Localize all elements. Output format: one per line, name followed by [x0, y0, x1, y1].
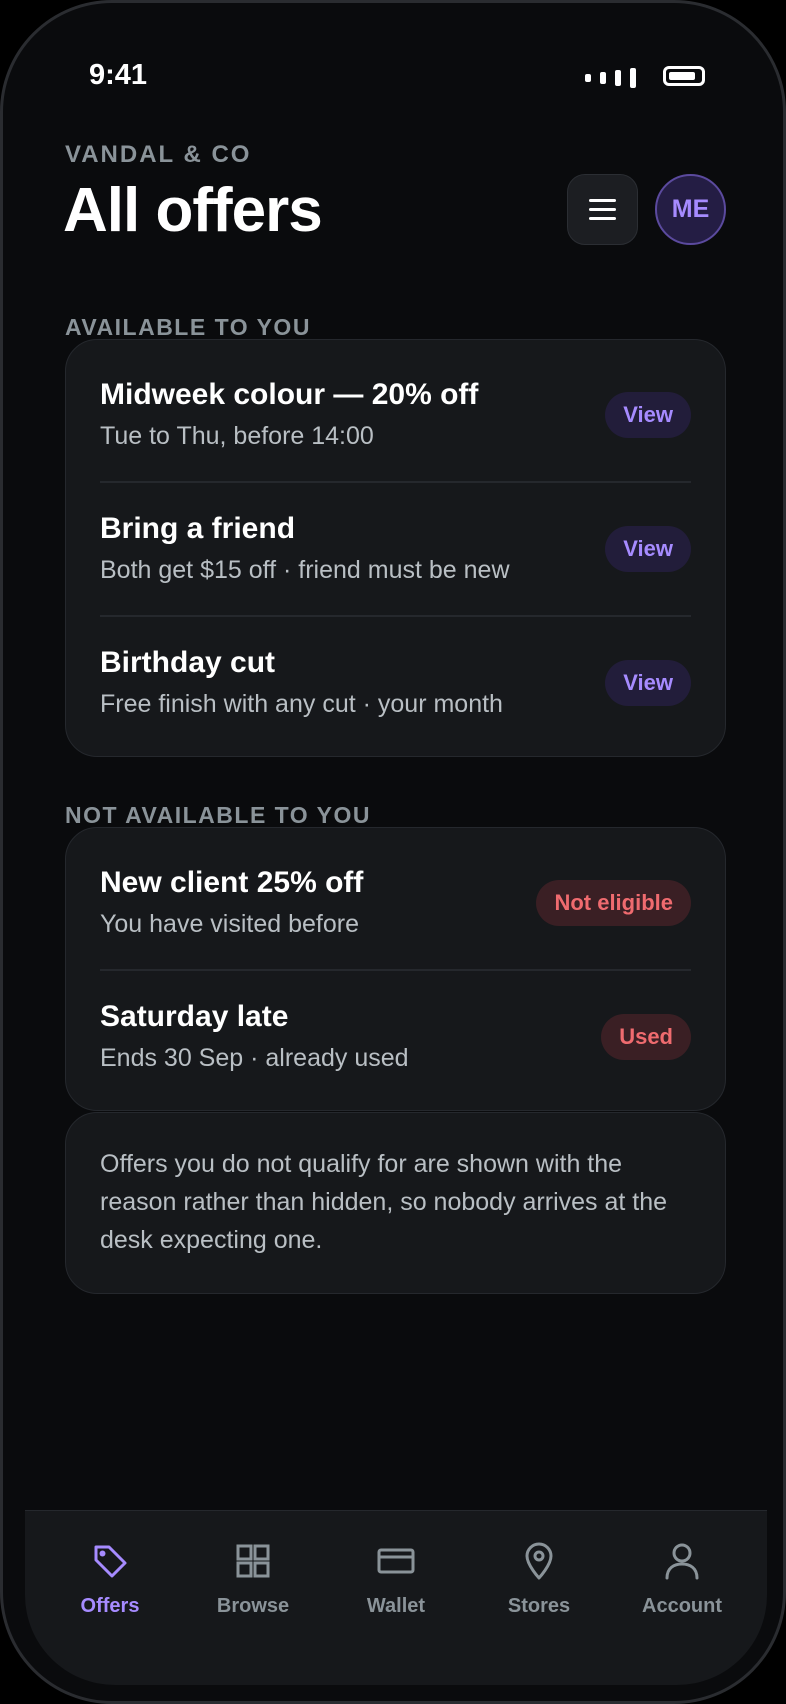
page-title: All offers — [63, 176, 323, 245]
offer-subtitle: You have visited before — [100, 910, 359, 938]
status-badge: Used — [601, 1014, 691, 1060]
info-note-card: Offers you do not qualify for are shown … — [65, 1112, 726, 1294]
tab-account[interactable]: Account — [612, 1541, 752, 1618]
section-label-available: AVAILABLE TO YOU — [65, 314, 311, 340]
view-button[interactable]: View — [605, 526, 691, 572]
offer-subtitle: Both get $15 off · friend must be new — [100, 556, 510, 584]
tab-stores[interactable]: Stores — [469, 1541, 609, 1618]
tab-label: Wallet — [366, 1595, 426, 1617]
divider — [100, 615, 691, 617]
info-note-text: Offers you do not qualify for are shown … — [100, 1150, 668, 1254]
offer-subtitle: Ends 30 Sep · already used — [100, 1044, 409, 1072]
offer-row[interactable]: Birthday cut Free finish with any cut · … — [100, 646, 691, 718]
battery-icon — [663, 66, 705, 86]
menu-icon — [589, 199, 616, 202]
offer-title: Midweek colour — 20% off — [100, 378, 479, 411]
tab-offers[interactable]: Offers — [40, 1541, 180, 1618]
person-icon — [665, 1543, 699, 1580]
view-button[interactable]: View — [605, 660, 691, 706]
status-time: 9:41 — [89, 59, 148, 91]
offer-subtitle: Free finish with any cut · your month — [100, 690, 503, 718]
signal-icon — [585, 68, 636, 88]
offer-title: Birthday cut — [100, 646, 276, 679]
grid-icon — [236, 1544, 270, 1578]
offer-row[interactable]: Midweek colour — 20% off Tue to Thu, bef… — [100, 378, 691, 450]
section-label-unavailable: NOT AVAILABLE TO YOU — [65, 802, 372, 828]
menu-button[interactable] — [567, 174, 638, 245]
divider — [100, 481, 691, 483]
available-offers-card: Midweek colour — 20% off Tue to Thu, bef… — [65, 339, 726, 757]
map-pin-icon — [525, 1542, 553, 1580]
card-icon — [377, 1548, 415, 1574]
tag-icon — [94, 1545, 127, 1578]
offer-subtitle: Tue to Thu, before 14:00 — [100, 422, 374, 450]
offer-title: Bring a friend — [100, 512, 296, 545]
tab-label: Offers — [80, 1595, 140, 1617]
offer-title: New client 25% off — [100, 866, 364, 899]
brand-name: VANDAL & CO — [65, 141, 252, 168]
offer-row[interactable]: New client 25% off You have visited befo… — [100, 866, 691, 938]
tab-label: Account — [642, 1595, 722, 1617]
tab-browse[interactable]: Browse — [183, 1541, 323, 1618]
offer-row[interactable]: Saturday late Ends 30 Sep · already used… — [100, 1000, 691, 1072]
avatar[interactable]: ME — [655, 174, 726, 245]
phone-screen: 9:41 VANDAL & CO All offers ME AVAILABLE… — [0, 0, 786, 1704]
divider — [100, 969, 691, 971]
status-badge: Not eligible — [536, 880, 691, 926]
offer-title: Saturday late — [100, 1000, 289, 1033]
offer-row[interactable]: Bring a friend Both get $15 off · friend… — [100, 512, 691, 584]
unavailable-offers-card: New client 25% off You have visited befo… — [65, 827, 726, 1111]
tab-label: Stores — [507, 1595, 571, 1617]
tab-wallet[interactable]: Wallet — [326, 1541, 466, 1618]
tab-bar: Offers Browse Wallet Stores Account — [25, 1510, 767, 1685]
view-button[interactable]: View — [605, 392, 691, 438]
tab-label: Browse — [216, 1595, 290, 1617]
